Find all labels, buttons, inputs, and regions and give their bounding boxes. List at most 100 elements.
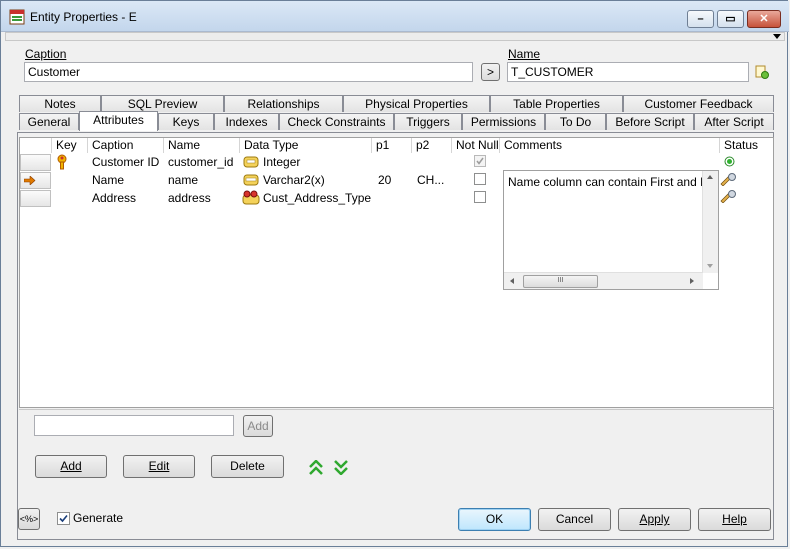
move-down-icon[interactable] <box>334 460 348 475</box>
tab-triggers[interactable]: Triggers <box>394 113 462 130</box>
row2-caption[interactable]: Name <box>92 173 124 187</box>
caption-input[interactable]: Customer <box>24 62 473 82</box>
maximize-icon: ▭ <box>725 13 736 25</box>
datatype-icon <box>243 156 259 168</box>
generate-label[interactable]: Generate <box>73 511 123 525</box>
column-header-key[interactable]: Key <box>52 138 88 153</box>
apply-button-label: Apply <box>639 512 670 526</box>
tab-keys[interactable]: Keys <box>158 113 214 130</box>
tab-check-constraints[interactable]: Check Constraints <box>279 113 394 130</box>
add-button[interactable]: Add <box>35 455 107 478</box>
tab-relationships[interactable]: Relationships <box>224 95 343 112</box>
tab-sql-preview[interactable]: SQL Preview <box>101 95 224 112</box>
column-header-not-null[interactable]: Not Null <box>452 138 500 153</box>
name-label: Name <box>508 47 540 61</box>
close-icon: ✕ <box>759 13 769 25</box>
memo-horizontal-scrollbar[interactable]: III <box>504 272 703 289</box>
delete-button[interactable]: Delete <box>211 455 284 478</box>
edit-button-label: Edit <box>148 459 170 473</box>
indicator-header <box>20 138 52 153</box>
row1-name[interactable]: customer_id <box>168 155 233 169</box>
tab-general[interactable]: General <box>19 113 79 130</box>
row2-name[interactable]: name <box>168 173 198 187</box>
row-indicator[interactable] <box>20 190 51 207</box>
check-icon <box>476 157 484 165</box>
name-label-text: Name <box>508 47 541 61</box>
scroll-down-icon[interactable] <box>707 264 713 268</box>
current-row-arrow-icon <box>24 176 36 185</box>
title-bar: Entity Properties - E – ▭ ✕ <box>1 1 789 32</box>
status-ok-icon <box>724 156 735 167</box>
help-button[interactable]: Help <box>698 508 771 531</box>
entity-icon <box>9 9 25 25</box>
maximize-button[interactable]: ▭ <box>717 10 744 28</box>
help-button-label: Help <box>722 512 747 526</box>
caption-label: Caption <box>25 47 66 61</box>
check-icon <box>59 514 68 523</box>
cancel-button-label: Cancel <box>555 512 594 526</box>
tab-indexes[interactable]: Indexes <box>214 113 279 130</box>
row3-caption[interactable]: Address <box>92 191 136 205</box>
composite-type-icon <box>242 190 260 205</box>
tab-before-script[interactable]: Before Script <box>606 113 694 130</box>
row1-caption[interactable]: Customer ID <box>92 155 159 169</box>
scroll-left-icon[interactable] <box>510 278 514 284</box>
minimize-button[interactable]: – <box>687 10 714 28</box>
tab-table-properties[interactable]: Table Properties <box>490 95 623 112</box>
cancel-button[interactable]: Cancel <box>538 508 611 531</box>
row1-data-type[interactable]: Integer <box>263 155 300 169</box>
column-header-comments[interactable]: Comments <box>500 138 720 153</box>
ok-button-label: OK <box>485 512 504 526</box>
minimize-icon: – <box>697 13 704 25</box>
add-new-attribute-button[interactable]: Add <box>243 415 273 437</box>
name-options-icon[interactable] <box>755 65 769 79</box>
column-header-data-type[interactable]: Data Type <box>240 138 372 153</box>
datatype-icon <box>243 174 259 186</box>
caption-label-text: Caption <box>25 47 67 61</box>
column-header-caption[interactable]: Caption <box>88 138 164 153</box>
column-header-status[interactable]: Status <box>720 138 773 153</box>
row2-p1[interactable]: 20 <box>378 173 391 187</box>
row3-data-type[interactable]: Cust_Address_Type <box>263 191 371 205</box>
tab-attributes[interactable]: Attributes <box>79 111 158 131</box>
row2-not-null-checkbox[interactable] <box>474 173 486 185</box>
edit-pencil-icon[interactable] <box>719 173 737 186</box>
copy-caption-to-name-button[interactable]: > <box>481 63 500 81</box>
column-header-p1[interactable]: p1 <box>372 138 412 153</box>
tab-physical-properties[interactable]: Physical Properties <box>343 95 490 112</box>
scroll-right-icon[interactable] <box>690 278 694 284</box>
edit-button[interactable]: Edit <box>123 455 195 478</box>
move-up-icon[interactable] <box>309 460 323 475</box>
row3-name[interactable]: address <box>168 191 211 205</box>
comments-memo-editor[interactable]: Name column can contain First and Midd I… <box>503 170 719 290</box>
edit-pencil-icon[interactable] <box>719 190 737 203</box>
row-indicator[interactable] <box>20 154 51 171</box>
row1-not-null-checkbox[interactable] <box>474 155 486 167</box>
tab-notes[interactable]: Notes <box>19 95 101 112</box>
grid-separator <box>19 409 774 410</box>
row2-data-type[interactable]: Varchar2(x) <box>263 173 325 187</box>
tab-customer-feedback[interactable]: Customer Feedback <box>623 95 774 112</box>
apply-button[interactable]: Apply <box>618 508 691 531</box>
new-attribute-input[interactable] <box>34 415 234 436</box>
memo-vertical-scrollbar[interactable] <box>702 171 718 273</box>
scroll-up-icon[interactable] <box>707 175 713 179</box>
column-header-name[interactable]: Name <box>164 138 240 153</box>
name-input[interactable]: T_CUSTOMER <box>507 62 749 82</box>
window-title: Entity Properties - E <box>30 10 137 24</box>
tab-to-do[interactable]: To Do <box>545 113 606 130</box>
scroll-thumb[interactable]: III <box>523 275 598 288</box>
row3-not-null-checkbox[interactable] <box>474 191 486 203</box>
generate-checkbox[interactable] <box>57 512 70 525</box>
tab-permissions[interactable]: Permissions <box>462 113 545 130</box>
close-button[interactable]: ✕ <box>747 10 781 28</box>
row-indicator-current[interactable] <box>20 172 51 189</box>
column-header-p2[interactable]: p2 <box>412 138 452 153</box>
menu-drop-strip[interactable] <box>5 32 785 41</box>
ok-button[interactable]: OK <box>458 508 531 531</box>
tab-after-script[interactable]: After Script <box>694 113 774 130</box>
comments-memo-text[interactable]: Name column can contain First and Midd <box>508 175 704 189</box>
row2-p2[interactable]: CH... <box>417 173 444 187</box>
primary-key-icon <box>57 154 67 170</box>
sql-script-button[interactable]: <%> <box>18 508 40 530</box>
